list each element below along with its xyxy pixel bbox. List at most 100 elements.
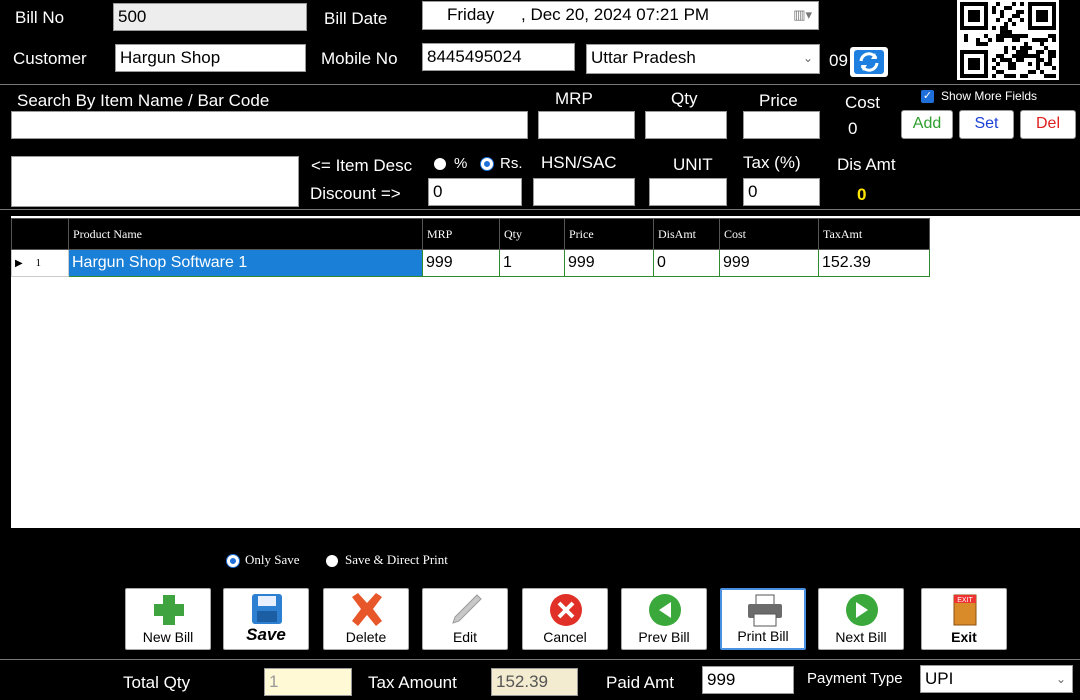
table-row[interactable]: ▶ 1 Hargun Shop Software 1 999 1 999 0 9… — [11, 249, 930, 277]
cell-product-name[interactable]: Hargun Shop Software 1 — [68, 249, 423, 277]
qr-module — [1020, 58, 1024, 62]
row-index: 1 — [35, 257, 41, 269]
col-header-price[interactable]: Price — [564, 218, 654, 250]
qr-module — [1052, 50, 1056, 54]
bill-date-label: Bill Date — [324, 9, 388, 28]
qr-module — [1040, 38, 1044, 42]
qr-module — [1000, 54, 1004, 58]
search-label: Search By Item Name / Bar Code — [17, 91, 270, 110]
set-button[interactable]: Set — [959, 110, 1014, 139]
calendar-dropdown-icon[interactable]: ▥▾ — [793, 2, 812, 28]
cell-taxamt[interactable]: 152.39 — [818, 249, 930, 277]
bill-no-label: Bill No — [15, 8, 65, 27]
qr-module — [1032, 54, 1036, 58]
payment-type-select[interactable]: UPI ⌄ — [920, 665, 1073, 693]
mrp-input[interactable] — [538, 111, 635, 139]
save-button[interactable]: Save — [223, 588, 309, 650]
qr-module — [1048, 58, 1052, 62]
col-header-product-name[interactable]: Product Name — [68, 218, 423, 250]
tax-input[interactable]: 0 — [743, 178, 820, 206]
show-more-label: Show More Fields — [941, 89, 1038, 103]
del-button[interactable]: Del — [1020, 110, 1076, 139]
next-bill-button[interactable]: Next Bill — [818, 588, 904, 650]
discount-input[interactable]: 0 — [428, 178, 522, 206]
total-qty-field: 1 — [264, 668, 352, 696]
discount-label: Discount => — [310, 184, 401, 203]
tax-label: Tax (%) — [743, 153, 801, 172]
save-print-radio[interactable] — [326, 555, 338, 567]
print-bill-button[interactable]: Print Bill — [720, 588, 806, 650]
payment-type-value: UPI — [925, 669, 954, 688]
rs-radio[interactable] — [481, 158, 493, 170]
mobile-field[interactable]: 8445495024 — [422, 43, 575, 71]
prev-bill-button[interactable]: Prev Bill — [621, 588, 707, 650]
item-desc-input[interactable] — [11, 156, 299, 207]
col-header-taxamt[interactable]: TaxAmt — [818, 218, 930, 250]
exit-door-icon: EXIT — [953, 594, 977, 626]
qr-module — [1044, 62, 1048, 66]
add-button[interactable]: Add — [901, 110, 953, 139]
unit-input[interactable] — [649, 178, 727, 206]
qr-finder — [968, 10, 980, 22]
col-header-cost[interactable]: Cost — [719, 218, 819, 250]
state-select[interactable]: Uttar Pradesh ⌄ — [586, 44, 820, 74]
dis-amt-label: Dis Amt — [837, 155, 896, 174]
col-header-mrp[interactable]: MRP — [422, 218, 500, 250]
qr-module — [1004, 50, 1008, 54]
qr-module — [1040, 70, 1044, 74]
qr-module — [996, 62, 1000, 66]
qr-module — [1024, 46, 1028, 50]
cell-cost[interactable]: 999 — [719, 249, 819, 277]
cell-disamt[interactable]: 0 — [653, 249, 720, 277]
qr-module — [996, 70, 1000, 74]
qr-module — [1036, 62, 1040, 66]
search-input[interactable] — [11, 111, 528, 139]
qr-module — [1036, 54, 1040, 58]
qr-module — [996, 2, 1000, 6]
show-more-checkbox[interactable]: ✓ — [921, 90, 934, 103]
arrow-right-icon — [846, 594, 878, 626]
qr-module — [1000, 26, 1004, 30]
items-grid[interactable]: Product Name MRP Qty Price DisAmt Cost T… — [11, 216, 1080, 528]
refresh-button[interactable] — [850, 47, 888, 77]
qr-module — [1020, 2, 1024, 6]
next-bill-label: Next Bill — [835, 629, 887, 645]
customer-field[interactable]: Hargun Shop — [115, 44, 306, 72]
new-bill-button[interactable]: New Bill — [125, 588, 211, 650]
print-bill-label: Print Bill — [737, 628, 789, 644]
qr-module — [1020, 34, 1024, 38]
col-header-qty[interactable]: Qty — [499, 218, 565, 250]
paid-amt-input[interactable]: 999 — [702, 666, 794, 694]
qr-module — [1032, 70, 1036, 74]
percent-radio[interactable] — [434, 158, 446, 170]
qr-code-image — [957, 0, 1059, 80]
col-header-disamt[interactable]: DisAmt — [653, 218, 720, 250]
delete-button[interactable]: Delete — [323, 588, 409, 650]
bill-date-picker[interactable]: Friday , Dec 20, 2024 07:21 PM ▥▾ — [422, 1, 819, 30]
qr-module — [1052, 38, 1056, 42]
only-save-label: Only Save — [245, 552, 300, 567]
qr-module — [1028, 46, 1032, 50]
qr-module — [1040, 42, 1044, 46]
price-input[interactable] — [743, 111, 820, 139]
cell-mrp[interactable]: 999 — [422, 249, 500, 277]
cell-price[interactable]: 999 — [564, 249, 654, 277]
bill-no-field[interactable]: 500 — [113, 3, 307, 31]
cancel-button[interactable]: Cancel — [522, 588, 608, 650]
qr-module — [1040, 58, 1044, 62]
qr-module — [1036, 38, 1040, 42]
row-header[interactable]: ▶ 1 — [11, 249, 69, 277]
exit-button[interactable]: EXIT Exit — [921, 588, 1007, 650]
only-save-radio[interactable] — [227, 555, 239, 567]
edit-button[interactable]: Edit — [422, 588, 508, 650]
qr-module — [1008, 6, 1012, 10]
hsn-input[interactable] — [533, 178, 635, 206]
qr-module — [1044, 38, 1048, 42]
payment-type-label: Payment Type — [807, 670, 903, 687]
qr-module — [1004, 74, 1008, 78]
entry-divider — [0, 209, 1080, 210]
cell-qty[interactable]: 1 — [499, 249, 565, 277]
qr-module — [1004, 46, 1008, 50]
qty-input[interactable] — [645, 111, 727, 139]
qr-module — [1040, 50, 1044, 54]
